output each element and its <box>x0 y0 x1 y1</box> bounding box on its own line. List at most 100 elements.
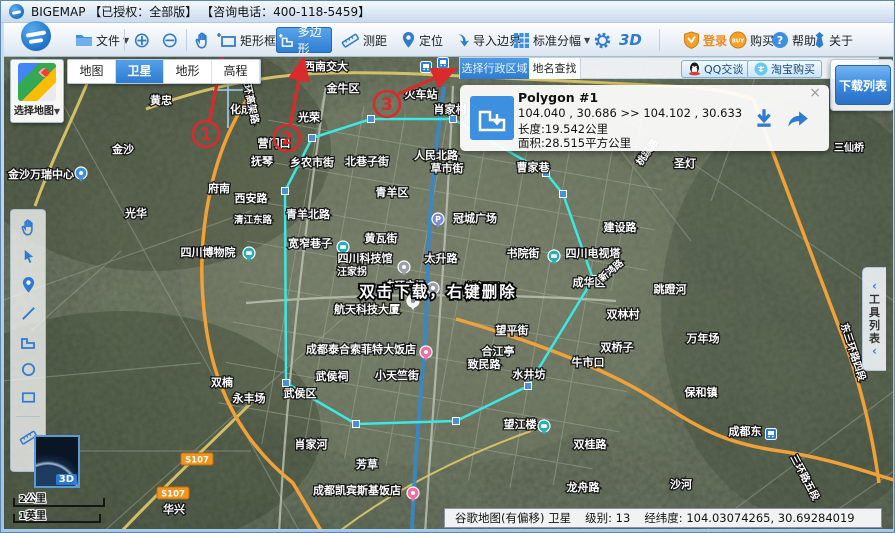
grid-icon <box>513 32 530 49</box>
map-label: 清江东路 <box>234 214 273 226</box>
polygon-tool-icon[interactable] <box>19 333 37 350</box>
rect-plus-icon <box>217 31 237 49</box>
map-label: 望平街 <box>496 323 529 337</box>
polygon-tool-button[interactable]: 多边形 <box>276 27 332 53</box>
tutorial-step-number: 3 <box>381 95 393 115</box>
download-list-panel: 下载列表 <box>830 59 893 111</box>
standard-sheet-button[interactable]: 标准分幅 ▼ <box>510 27 593 53</box>
map-label: 人民北路 <box>414 148 459 162</box>
tab-elevation[interactable]: 高程 <box>212 60 260 83</box>
location-pin-icon <box>401 31 416 49</box>
line-tool-icon[interactable] <box>20 305 37 322</box>
polygon-vertex-handle[interactable] <box>525 383 532 390</box>
chevron-left-icon: ‹ <box>872 346 877 357</box>
shield-icon <box>683 31 700 49</box>
polygon-vertex-handle[interactable] <box>309 135 316 142</box>
measure-button[interactable]: 测距 <box>337 27 390 53</box>
map-label: 双楠 <box>211 375 233 389</box>
tool-list-strip[interactable]: ‹ 工具列表 ‹ <box>862 267 886 371</box>
about-button[interactable]: 关于 <box>810 27 856 53</box>
map-label: 曹家巷 <box>517 160 551 174</box>
map-label: 水井坊 <box>513 367 546 381</box>
download-icon <box>753 107 775 129</box>
polygon-vertex-handle[interactable] <box>453 418 460 425</box>
share-arrow-icon <box>786 107 810 129</box>
poi-metro-icon[interactable] <box>421 62 432 73</box>
hand-icon <box>193 31 212 50</box>
polygon-vertex-handle[interactable] <box>282 188 289 195</box>
polygon-vertex-handle[interactable] <box>450 116 457 123</box>
settings-button[interactable] <box>590 27 615 53</box>
map-label: 牛市口 <box>572 355 605 369</box>
pan-tool-button[interactable] <box>190 27 215 53</box>
circle-tool-icon[interactable] <box>20 361 37 378</box>
map-label: 青羊北路 <box>286 207 331 221</box>
map-label: 建设路 <box>604 220 638 234</box>
dropdown-caret-icon: ▼ <box>54 107 60 116</box>
3d-preview-thumbnail[interactable]: 3D <box>34 435 80 488</box>
tutorial-step-number: 1 <box>200 125 212 145</box>
3d-thumbnail-label: 3D <box>56 474 77 485</box>
chevron-left-icon: ‹ <box>872 281 877 292</box>
polygon-vertex-handle[interactable] <box>560 191 567 198</box>
login-button[interactable]: 登录 <box>680 27 730 53</box>
tab-terrain[interactable]: 地形 <box>164 60 212 83</box>
tab-select-region[interactable]: 选择行政区域 <box>460 58 529 79</box>
marker-pin-icon[interactable] <box>21 276 36 294</box>
rect-tool-icon[interactable] <box>20 389 37 405</box>
tab-place-search[interactable]: 地名查找 <box>529 58 581 79</box>
map-label: 抚琴 <box>251 154 273 168</box>
share-polygon-button[interactable] <box>786 107 810 132</box>
map-label: 金沙 <box>111 142 134 156</box>
map-label: 金牛区 <box>326 81 360 95</box>
polygon-plus-icon <box>279 32 295 49</box>
map-label: 小天竺街 <box>374 368 419 382</box>
map-hint-text: 双击下载，右键删除 <box>359 282 517 301</box>
ruler-icon <box>340 31 360 49</box>
map-label: 沙河 <box>670 477 692 491</box>
title-bar: BIGEMAP 【已授权：全部版】 【咨询电话：400-118-5459】 <box>1 1 895 23</box>
tool-list-label: 具 <box>869 306 880 319</box>
map-label: 光华 <box>124 206 147 220</box>
road-badge: S107 <box>157 487 189 500</box>
map-label: 金沙万瑞中心 <box>7 167 74 181</box>
map-label: 四川电视塔 <box>566 246 622 260</box>
poi-metro-icon[interactable] <box>766 429 777 440</box>
buy-coin-icon: BUY <box>729 31 747 49</box>
zoom-in-button[interactable]: ⊕ <box>130 27 154 53</box>
map-source-chooser[interactable]: 选择地图▼ <box>10 59 64 123</box>
rail-divider <box>16 416 40 417</box>
taobao-buy-button[interactable]: 淘宝购买 <box>747 60 822 78</box>
app-logo-icon <box>9 4 24 19</box>
tab-satellite[interactable]: 卫星 <box>116 60 164 83</box>
qq-chat-button[interactable]: QQ交谈 <box>681 60 750 78</box>
polygon-vertex-handle[interactable] <box>283 380 290 387</box>
map-viewport[interactable]: P S107S107 黄忠化成金牛区西南交大光荣营门口火车站肖家村二环高架路人民… <box>4 57 893 529</box>
polygon-title: Polygon #1 <box>518 90 598 105</box>
status-map-source: 谷歌地图(有偏移) 卫星 <box>455 510 571 526</box>
map-label: 望江楼 <box>504 417 537 431</box>
map-label: 宽窄巷子 <box>287 236 332 250</box>
app-window: BIGEMAP 【已授权：全部版】 【咨询电话：400-118-5459】 文件… <box>0 0 895 533</box>
rect-select-button[interactable]: 矩形框 <box>214 27 279 53</box>
question-icon: ? <box>771 31 789 49</box>
tab-map[interactable]: 地图 <box>68 60 116 83</box>
polygon-vertex-handle[interactable] <box>353 421 360 428</box>
locate-button[interactable]: 定位 <box>398 27 446 53</box>
map-label: 跳蹬河 <box>654 282 687 296</box>
map-label: 成都泰合索菲特大饭店 <box>306 342 416 356</box>
import-arrow-icon <box>453 32 470 49</box>
map-label: 双桂路 <box>574 437 608 451</box>
download-list-button[interactable]: 下载列表 <box>835 65 891 105</box>
pan-hand-icon[interactable] <box>19 218 38 237</box>
map-label: 青羊区 <box>376 185 409 199</box>
zoom-out-button[interactable]: ⊖ <box>158 27 182 53</box>
download-polygon-button[interactable] <box>753 107 775 132</box>
svg-text:S107: S107 <box>161 490 185 500</box>
polygon-vertex-handle[interactable] <box>368 116 375 123</box>
3d-mode-button[interactable]: 3D <box>616 27 645 53</box>
poi-metro-icon[interactable] <box>438 58 449 69</box>
select-cursor-icon[interactable] <box>20 248 37 265</box>
close-icon[interactable]: × <box>809 86 821 100</box>
map-label: 光荣 <box>297 110 321 124</box>
